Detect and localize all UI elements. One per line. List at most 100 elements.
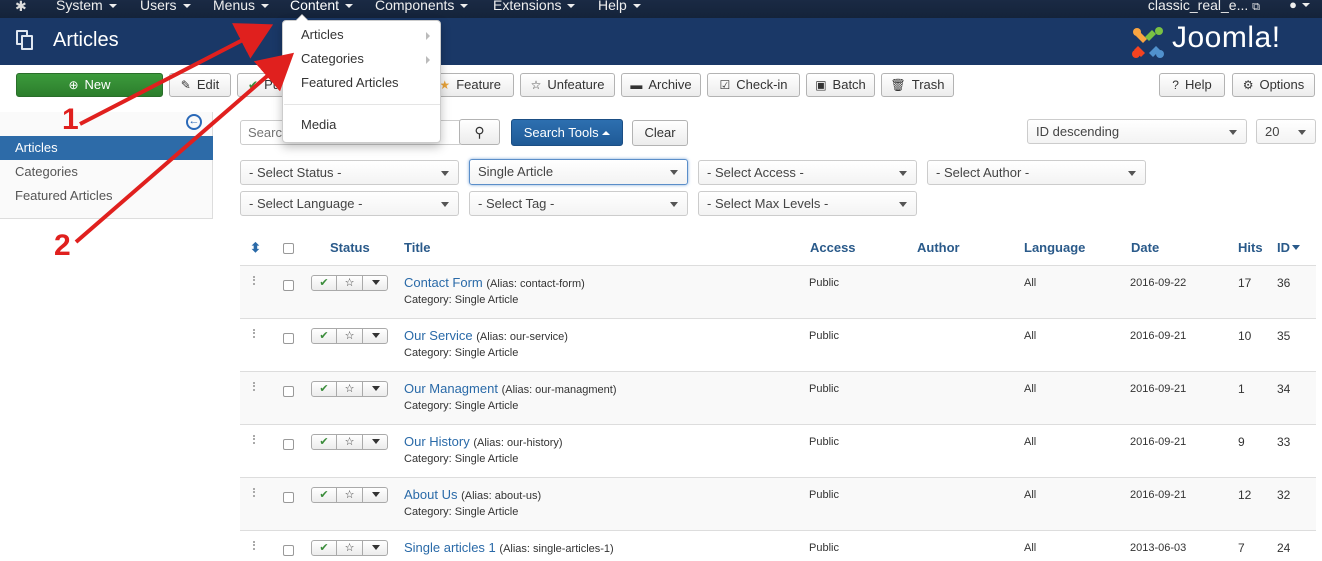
menu-item-media[interactable]: Media <box>283 114 440 136</box>
nav-users[interactable]: Users <box>140 0 191 18</box>
language-cell: All <box>1024 436 1037 448</box>
search-button[interactable]: ⚲ <box>459 119 500 145</box>
drag-handle-icon[interactable] <box>253 329 255 338</box>
nav-help[interactable]: Help <box>598 0 641 18</box>
check-all-checkbox[interactable] <box>283 243 294 254</box>
drag-handle-icon[interactable] <box>253 435 255 444</box>
language-filter-select[interactable]: - Select Language - <box>240 191 459 216</box>
hits-cell: 7 <box>1238 541 1245 555</box>
trash-button[interactable]: 🗑 Trash <box>881 73 954 97</box>
drag-handle-icon[interactable] <box>253 541 255 550</box>
column-header-date[interactable]: Date <box>1131 240 1159 255</box>
menu-item-featured-articles[interactable]: Featured Articles <box>283 72 440 94</box>
column-header-id[interactable]: ID <box>1277 240 1300 255</box>
row-checkbox[interactable] <box>283 545 294 556</box>
unfeature-button[interactable]: ☆ Unfeature <box>520 73 615 97</box>
article-title-link[interactable]: Our History <box>404 434 470 449</box>
hits-cell: 9 <box>1238 435 1245 449</box>
ordering-select[interactable]: ID descending <box>1027 119 1247 144</box>
access-filter-select[interactable]: - Select Access - <box>698 160 917 185</box>
tag-filter-select[interactable]: - Select Tag - <box>469 191 688 216</box>
row-checkbox[interactable] <box>283 492 294 503</box>
publish-toggle-check-icon[interactable]: ✔ <box>312 488 337 502</box>
drag-handle-icon[interactable] <box>253 276 255 285</box>
nav-menus[interactable]: Menus <box>213 0 270 18</box>
menu-item-articles[interactable]: Articles <box>283 24 440 46</box>
author-filter-select[interactable]: - Select Author - <box>927 160 1146 185</box>
drag-handle-icon[interactable] <box>253 382 255 391</box>
limit-select[interactable]: 20 <box>1256 119 1316 144</box>
row-checkbox[interactable] <box>283 386 294 397</box>
sidebar-item-categories[interactable]: Categories <box>0 160 213 184</box>
column-header-hits[interactable]: Hits <box>1238 240 1263 255</box>
category-filter-select[interactable]: Single Article <box>469 159 688 185</box>
select-value: - Select Language - <box>249 196 363 211</box>
ordering-sort-icon[interactable]: ⬍ <box>250 240 261 256</box>
publish-toggle-check-icon[interactable]: ✔ <box>312 382 337 396</box>
article-title-block: Our Service (Alias: our-service) <box>404 328 568 343</box>
column-header-title[interactable]: Title <box>404 240 431 255</box>
row-checkbox[interactable] <box>283 333 294 344</box>
access-cell: Public <box>809 383 839 395</box>
actions-dropdown-icon[interactable] <box>363 435 388 449</box>
sidebar-item-articles[interactable]: Articles <box>0 136 213 160</box>
featured-toggle-star-icon[interactable]: ☆ <box>337 276 363 290</box>
featured-toggle-star-icon[interactable]: ☆ <box>337 541 363 555</box>
drag-handle-icon[interactable] <box>253 488 255 497</box>
column-header-language[interactable]: Language <box>1024 240 1085 255</box>
batch-button[interactable]: ▣ Batch <box>806 73 875 97</box>
checkin-button[interactable]: ☑ Check-in <box>707 73 800 97</box>
clear-button[interactable]: Clear <box>632 120 688 146</box>
publish-toggle-check-icon[interactable]: ✔ <box>312 435 337 449</box>
help-button[interactable]: ? Help <box>1159 73 1225 97</box>
status-button-group: ✔ ☆ <box>311 275 388 291</box>
article-title-link[interactable]: About Us <box>404 487 457 502</box>
featured-toggle-star-icon[interactable]: ☆ <box>337 488 363 502</box>
id-cell: 32 <box>1277 488 1291 502</box>
joomla-logo-icon[interactable]: ✱ <box>15 0 33 14</box>
column-header-author[interactable]: Author <box>917 240 960 255</box>
archive-button[interactable]: ▬ Archive <box>621 73 701 97</box>
featured-toggle-star-icon[interactable]: ☆ <box>337 435 363 449</box>
publish-toggle-check-icon[interactable]: ✔ <box>312 541 337 555</box>
nav-system[interactable]: System <box>56 0 117 18</box>
article-title-link[interactable]: Our Managment <box>404 381 498 396</box>
search-tools-button[interactable]: Search Tools <box>511 119 623 146</box>
user-menu[interactable]: ● <box>1289 0 1310 12</box>
featured-toggle-star-icon[interactable]: ☆ <box>337 382 363 396</box>
column-header-access[interactable]: Access <box>810 240 856 255</box>
article-title-block: About Us (Alias: about-us) <box>404 487 541 502</box>
user-icon: ● <box>1289 0 1297 12</box>
caret-down-icon <box>182 4 191 8</box>
featured-toggle-star-icon[interactable]: ☆ <box>337 329 363 343</box>
edit-button[interactable]: ✎ Edit <box>169 73 231 97</box>
actions-dropdown-icon[interactable] <box>363 276 388 290</box>
nav-extensions[interactable]: Extensions <box>493 0 576 18</box>
sidebar-item-featured-articles[interactable]: Featured Articles <box>0 184 213 208</box>
row-checkbox[interactable] <box>283 280 294 291</box>
feature-button[interactable]: ★ Feature <box>433 73 514 97</box>
site-link[interactable]: classic_real_e... ⧉ <box>1148 0 1260 16</box>
actions-dropdown-icon[interactable] <box>363 382 388 396</box>
max-levels-filter-select[interactable]: - Select Max Levels - <box>698 191 917 216</box>
actions-dropdown-icon[interactable] <box>363 329 388 343</box>
publish-toggle-check-icon[interactable]: ✔ <box>312 329 337 343</box>
new-button[interactable]: ⊕ New <box>16 73 163 97</box>
status-filter-select[interactable]: - Select Status - <box>240 160 459 185</box>
row-checkbox[interactable] <box>283 439 294 450</box>
actions-dropdown-icon[interactable] <box>363 541 388 555</box>
article-title-link[interactable]: Contact Form <box>404 275 483 290</box>
publish-toggle-check-icon[interactable]: ✔ <box>312 276 337 290</box>
publish-button[interactable]: ✔ Pu <box>237 73 285 97</box>
article-title-link[interactable]: Our Service <box>404 328 473 343</box>
column-header-status[interactable]: Status <box>330 240 370 255</box>
id-cell: 33 <box>1277 435 1291 449</box>
sidebar-item-label: Articles <box>15 140 58 155</box>
actions-dropdown-icon[interactable] <box>363 488 388 502</box>
article-title-link[interactable]: Single articles 1 <box>404 540 496 555</box>
options-button[interactable]: ⚙ Options <box>1232 73 1315 97</box>
chevron-down-icon <box>899 202 907 207</box>
menu-item-categories[interactable]: Categories <box>283 48 440 70</box>
sidebar-collapse-icon[interactable]: ← <box>186 114 202 130</box>
nav-components[interactable]: Components <box>375 0 469 18</box>
